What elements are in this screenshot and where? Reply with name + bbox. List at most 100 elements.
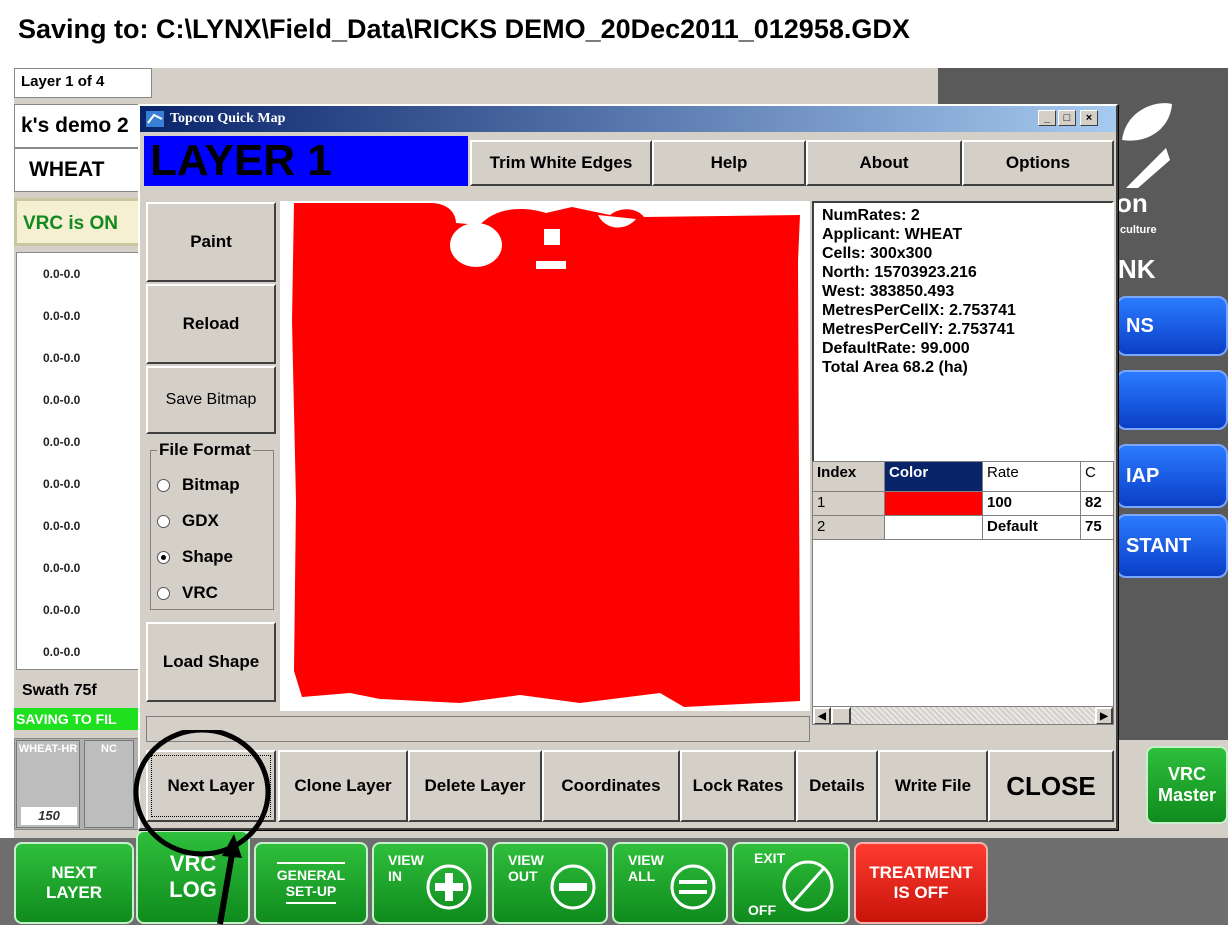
general-setup-line1: GENERAL xyxy=(276,862,346,883)
demo-name-label: k's demo 2 xyxy=(14,104,152,148)
zoom-in-icon xyxy=(426,864,472,910)
table-cell-rate[interactable]: 100 xyxy=(983,492,1081,516)
vrc-master-line1: VRC xyxy=(1167,764,1206,784)
product-tab[interactable]: NC xyxy=(84,740,134,828)
table-scrollbar[interactable]: ◀ ▶ xyxy=(813,706,1113,724)
rate-item: 0.0-0.0 xyxy=(43,603,81,617)
crop-label: WHEAT xyxy=(14,148,152,192)
table-cell-c: 82 xyxy=(1081,492,1113,516)
info-line: Cells: 300x300 xyxy=(822,245,933,262)
view-out-button[interactable]: VIEW OUT xyxy=(492,842,608,924)
coordinates-button[interactable]: Coordinates xyxy=(542,750,680,822)
next-layer-line2: LAYER xyxy=(45,883,103,902)
format-option-label: GDX xyxy=(182,511,219,530)
load-shape-button[interactable]: Load Shape xyxy=(146,622,276,702)
view-in-button[interactable]: VIEW IN xyxy=(372,842,488,924)
product-tab[interactable]: WHEAT-HR 150 xyxy=(16,740,80,828)
power-off-icon xyxy=(782,860,834,912)
scroll-left-icon[interactable]: ◀ xyxy=(813,707,831,724)
next-layer-line1: NEXT xyxy=(51,863,97,882)
radio-icon xyxy=(157,514,170,528)
format-radio-bitmap[interactable]: Bitmap xyxy=(157,475,240,495)
format-option-label: Bitmap xyxy=(182,475,240,494)
view-all-button[interactable]: VIEW ALL xyxy=(612,842,728,924)
table-header-index: Index xyxy=(813,462,885,492)
clone-layer-button[interactable]: Clone Layer xyxy=(278,750,408,822)
view-in-line1: VIEW xyxy=(388,852,424,868)
maximize-icon[interactable]: □ xyxy=(1058,110,1076,126)
options-button[interactable]: Options xyxy=(962,140,1114,186)
save-bitmap-button[interactable]: Save Bitmap xyxy=(146,366,276,434)
format-radio-vrc[interactable]: VRC xyxy=(157,583,218,603)
table-cell-color[interactable] xyxy=(885,516,983,540)
info-line: MetresPerCellY: 2.753741 xyxy=(822,321,1015,338)
vrc-master-line2: Master xyxy=(1157,785,1217,805)
details-button[interactable]: Details xyxy=(796,750,878,822)
table-cell-rate[interactable]: Default xyxy=(983,516,1081,540)
swath-label: Swath 75f xyxy=(22,682,97,699)
minimize-icon[interactable]: _ xyxy=(1038,110,1056,126)
exit-off-button[interactable]: EXIT OFF xyxy=(732,842,850,924)
map-canvas[interactable] xyxy=(280,201,810,711)
paint-button[interactable]: Paint xyxy=(146,202,276,282)
info-line: DefaultRate: 99.000 xyxy=(822,340,970,357)
right-menu-button-map[interactable]: IAP xyxy=(1116,444,1228,508)
vrc-status-badge: VRC is ON xyxy=(14,198,152,246)
table-header-rate: Rate xyxy=(983,462,1081,492)
dialog-titlebar[interactable]: Topcon Quick Map _ □ × xyxy=(140,106,1116,132)
about-button[interactable]: About xyxy=(806,140,962,186)
info-line: North: 15703923.216 xyxy=(822,264,977,281)
rate-item: 0.0-0.0 xyxy=(43,519,81,533)
delete-layer-button[interactable]: Delete Layer xyxy=(408,750,542,822)
view-in-line2: IN xyxy=(388,868,402,884)
dialog-title: Topcon Quick Map xyxy=(170,111,286,126)
general-setup-line2: SET-UP xyxy=(285,883,337,904)
close-window-icon[interactable]: × xyxy=(1080,110,1098,126)
table-cell-c: 75 xyxy=(1081,516,1113,540)
close-button[interactable]: CLOSE xyxy=(988,750,1114,822)
scroll-right-icon[interactable]: ▶ xyxy=(1095,707,1113,724)
table-cell-color[interactable] xyxy=(885,492,983,516)
trim-white-edges-button[interactable]: Trim White Edges xyxy=(470,140,652,186)
right-menu-button-1[interactable]: NS xyxy=(1116,296,1228,356)
annotation-circle-arrow-icon xyxy=(133,730,271,925)
scroll-thumb[interactable] xyxy=(831,707,851,724)
view-all-line1: VIEW xyxy=(628,852,664,868)
zoom-out-icon xyxy=(550,864,596,910)
product-tab-label: NC xyxy=(101,743,117,755)
file-format-legend: File Format xyxy=(157,440,253,460)
product-tab-label: WHEAT-HR xyxy=(18,743,78,755)
vrc-master-button[interactable]: VRC Master xyxy=(1146,746,1228,824)
rate-item: 0.0-0.0 xyxy=(43,351,81,365)
right-menu-button-assistant[interactable]: STANT xyxy=(1116,514,1228,578)
help-button[interactable]: Help xyxy=(652,140,806,186)
saving-status-badge: SAVING TO FIL xyxy=(14,708,152,730)
info-line: Total Area 68.2 (ha) xyxy=(822,359,968,376)
format-radio-gdx[interactable]: GDX xyxy=(157,511,219,531)
write-file-button[interactable]: Write File xyxy=(878,750,988,822)
next-layer-nav-button[interactable]: NEXT LAYER xyxy=(14,842,134,924)
layer-info-panel: NumRates: 2 Applicant: WHEAT Cells: 300x… xyxy=(812,201,1114,463)
view-out-line1: VIEW xyxy=(508,852,544,868)
radio-icon xyxy=(157,586,170,600)
field-map xyxy=(292,203,800,707)
treatment-line2: IS OFF xyxy=(893,883,949,902)
lock-rates-button[interactable]: Lock Rates xyxy=(680,750,796,822)
treatment-status-button[interactable]: TREATMENT IS OFF xyxy=(854,842,988,924)
product-value: 150 xyxy=(21,807,77,825)
format-option-label: VRC xyxy=(182,583,218,602)
layer-count-label: Layer 1 of 4 xyxy=(14,68,152,98)
info-line: NumRates: 2 xyxy=(822,207,920,224)
radio-selected-icon xyxy=(157,550,170,564)
table-header-c: C xyxy=(1081,462,1113,492)
rate-item: 0.0-0.0 xyxy=(43,477,81,491)
logo-subtext: culture xyxy=(1120,224,1157,236)
file-format-group: File Format Bitmap GDX Shape VRC xyxy=(150,440,274,610)
right-menu-button-2[interactable] xyxy=(1116,370,1228,430)
radio-icon xyxy=(157,478,170,492)
rate-table[interactable]: Index Color Rate C 1 100 82 2 Default 75… xyxy=(812,461,1114,725)
table-cell-index: 2 xyxy=(813,516,885,540)
exit-line2: OFF xyxy=(748,902,776,918)
reload-button[interactable]: Reload xyxy=(146,284,276,364)
format-radio-shape[interactable]: Shape xyxy=(157,547,233,567)
